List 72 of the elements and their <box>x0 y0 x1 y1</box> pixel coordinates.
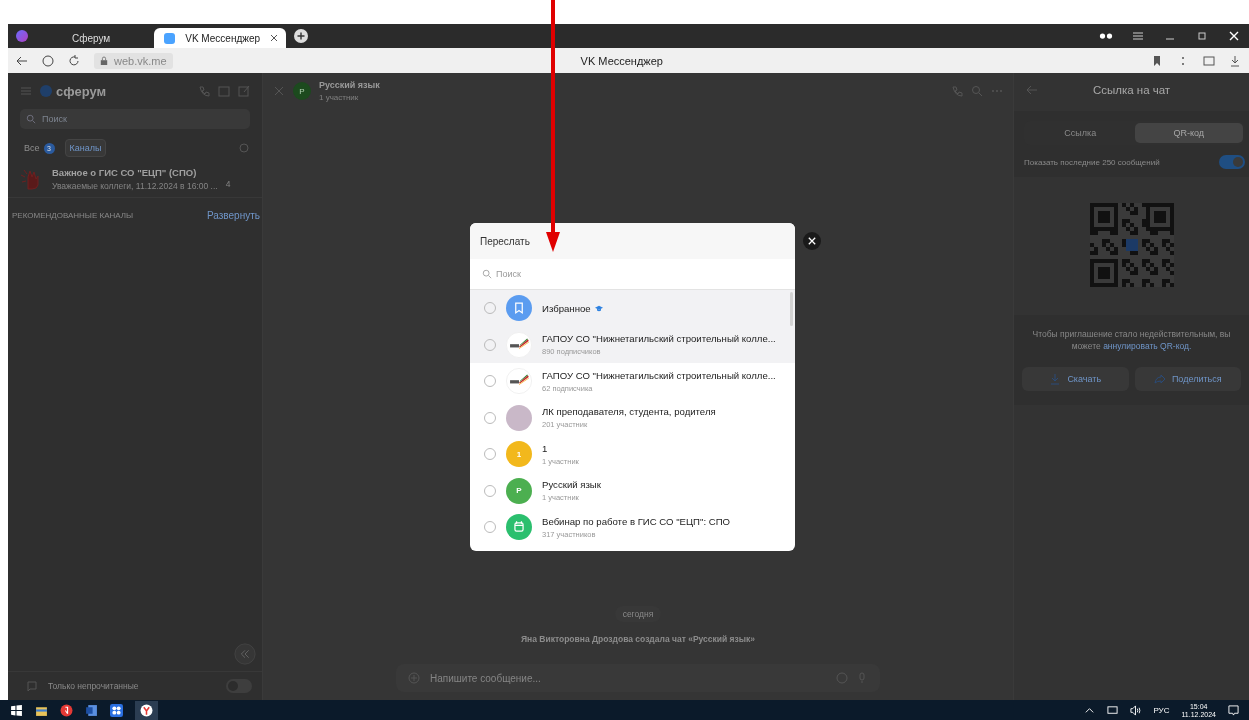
recipient-name: Вебинар по работе в ГИС СО "ЕЦП": СПО <box>542 515 730 527</box>
brand-logo-icon <box>40 85 52 97</box>
revoke-note: Чтобы приглашение стало недействительным, вы можете аннулировать QR-код. <box>1031 329 1232 353</box>
search-icon <box>482 269 492 279</box>
app-grid-icon[interactable] <box>110 703 123 717</box>
segment-tab[interactable]: Ссылка <box>1026 123 1135 143</box>
search-field[interactable]: Поиск <box>496 269 532 279</box>
chat-title: Русский язык <box>319 80 380 90</box>
browser-tab[interactable]: Сферум <box>36 28 147 48</box>
chat-title: Важное о ГИС СО "ЕЦП" (СПО) <box>52 167 198 178</box>
letter-avatar: Р <box>506 477 532 504</box>
share-icon <box>1153 372 1166 385</box>
chat-bubble-icon <box>26 680 38 692</box>
search-icon <box>26 114 36 124</box>
bookmark-icon[interactable] <box>1151 54 1163 67</box>
phone-icon[interactable] <box>198 85 210 97</box>
new-tab-icon[interactable] <box>294 29 309 43</box>
messenger-favicon-icon <box>164 32 176 44</box>
collapse-icon[interactable] <box>234 643 256 665</box>
letter-avatar: 1 <box>506 441 532 468</box>
brand-name: сферум <box>56 83 107 99</box>
revoke-link[interactable]: аннулировать QR-код. <box>1103 340 1192 351</box>
back-arrow-icon[interactable] <box>16 54 28 67</box>
recipient-name: Избранное <box>542 302 591 314</box>
menu-icon[interactable] <box>1131 31 1145 41</box>
download-icon[interactable] <box>1229 54 1241 67</box>
history-toggle[interactable] <box>1219 155 1245 169</box>
download-button[interactable]: Скачать <box>1022 366 1129 391</box>
close-icon <box>808 237 816 245</box>
page-title: VK Мессенджер <box>579 54 664 67</box>
reload-icon[interactable] <box>68 54 80 67</box>
browser-icon[interactable] <box>140 703 153 717</box>
word-icon[interactable] <box>85 703 98 717</box>
network-icon[interactable] <box>1107 704 1119 716</box>
recipient-row[interactable]: Избранное <box>470 290 795 327</box>
history-label: Показать последние 250 сообщений <box>1024 157 1160 167</box>
chat-avatar: Р <box>293 82 311 100</box>
speaker-icon[interactable] <box>1130 704 1142 716</box>
restore-icon[interactable] <box>1195 31 1209 41</box>
close-icon[interactable] <box>1227 31 1241 41</box>
notifications-icon[interactable] <box>1228 704 1239 716</box>
chat-time: 4 <box>225 179 231 189</box>
recipient-name: Русский язык <box>542 479 601 491</box>
dialog-title: Переслать <box>480 235 530 247</box>
message-field[interactable]: Напишите сообщение... <box>428 671 828 685</box>
download-icon <box>1049 372 1062 385</box>
panel-title: Ссылка на чат <box>1091 84 1172 96</box>
browser-tab[interactable]: VK Мессенджер <box>154 28 287 48</box>
recipient-name: ЛК преподавателя, студента, родителя <box>542 406 716 418</box>
section-heading: РЕКОМЕНДОВАННЫЕ КАНАЛЫ <box>12 211 134 220</box>
filter-chip[interactable]: Каналы <box>64 139 107 157</box>
chat-item[interactable]: Важное о ГИС СО "ЕЦП" (СПО) Уважаемые коллеги, 11.12.2024 в 16:00 ... 4 <box>8 161 262 198</box>
close-icon[interactable] <box>270 34 279 42</box>
glasses-icon[interactable] <box>1099 31 1113 41</box>
chat-preview: Уважаемые коллеги, 11.12.2024 в 16:00 ... <box>52 181 218 191</box>
segment-tab[interactable]: QR-код <box>1134 123 1243 143</box>
search-field[interactable]: Поиск <box>40 113 244 125</box>
recipient-name: 1 <box>542 442 548 454</box>
search-box[interactable]: Поиск <box>20 109 250 129</box>
unread-only-label: Только непрочитанные <box>48 681 139 691</box>
recipient-name: ГАПОУ СО "Нижнетагильский строительный колле... <box>542 369 776 381</box>
recipient-name: ГАПОУ СО "Нижнетагильский строительный колле... <box>542 333 776 345</box>
expand-link[interactable]: Развернуть <box>207 210 260 221</box>
message-composer[interactable]: Напишите сообщение... <box>396 664 880 692</box>
system-message: Яна Викторовна Дроздова создала чат «Русский язык» <box>520 634 756 644</box>
lock-icon <box>100 55 108 66</box>
browser-logo-icon[interactable] <box>16 30 28 42</box>
start-icon[interactable] <box>10 703 23 717</box>
scrollbar-thumb[interactable] <box>790 292 793 326</box>
language-indicator[interactable]: РУС <box>1153 705 1170 715</box>
chat-subtitle: 1 участник <box>319 93 360 102</box>
share-button[interactable]: Поделиться <box>1134 366 1241 391</box>
